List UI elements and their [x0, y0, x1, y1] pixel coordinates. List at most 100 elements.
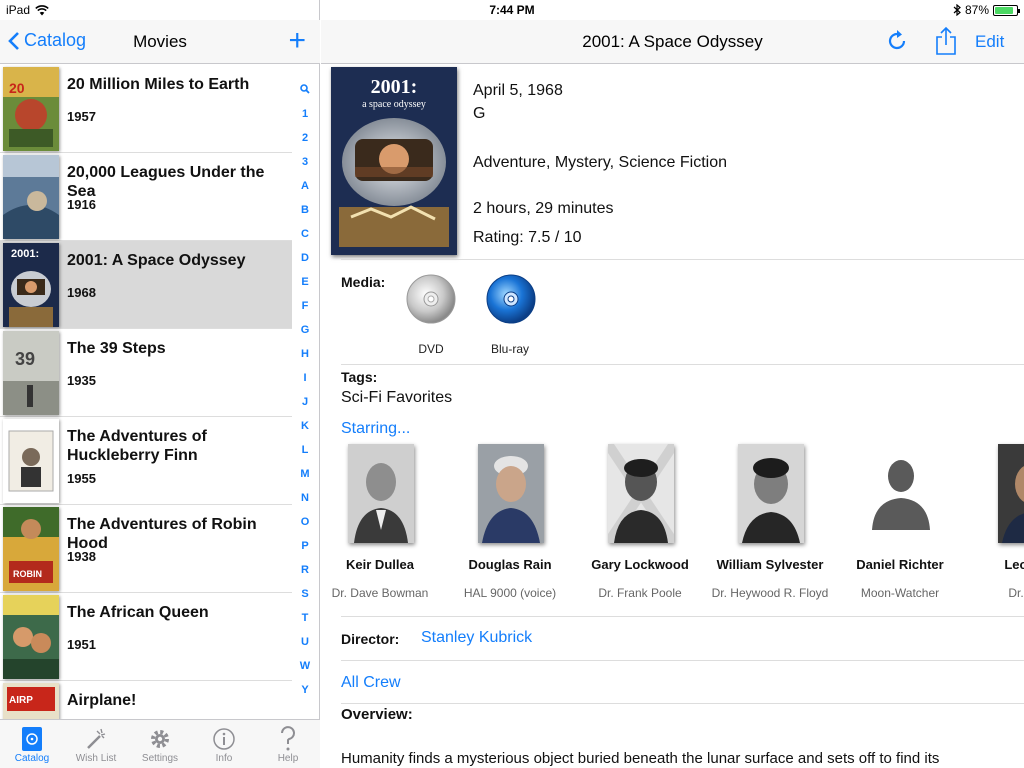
tab-info[interactable]: Info [192, 720, 256, 768]
divider [341, 703, 1024, 704]
cast-member[interactable]: Keir Dullea Dr. Dave Bowman [315, 444, 445, 612]
index-letter[interactable]: 3 [292, 156, 318, 180]
battery-fill [995, 6, 1014, 14]
index-letter[interactable]: 1 [292, 108, 318, 132]
character-name: Dr. Andr [1008, 586, 1024, 600]
character-name: Dr. Heywood R. Floyd [711, 586, 829, 600]
movie-year: 1955 [67, 471, 96, 486]
movie-thumbnail: ROBIN [3, 507, 59, 591]
tab-settings[interactable]: Settings [128, 720, 192, 768]
index-letter[interactable]: Y [292, 684, 318, 708]
refresh-icon[interactable] [885, 29, 909, 53]
tab-wish-list[interactable]: Wish List [64, 720, 128, 768]
cast-member[interactable]: Leonard Dr. Andr [965, 444, 1024, 612]
cast-member[interactable]: Daniel Richter Moon-Watcher [835, 444, 965, 612]
actor-name: Daniel Richter [856, 557, 944, 572]
movie-title: 20 Million Miles to Earth [67, 76, 250, 93]
question-icon [281, 726, 295, 751]
poster-title-line1: 2001: [371, 76, 418, 98]
index-letter[interactable]: I [292, 372, 318, 396]
status-bar: iPad 7:44 PM 87% [0, 0, 1024, 20]
share-icon[interactable] [935, 26, 957, 56]
movie-year: 1957 [67, 109, 96, 124]
detail-navigation-bar: 2001: A Space Odyssey Edit [321, 20, 1024, 64]
index-letter[interactable]: F [292, 300, 318, 324]
movie-row[interactable]: ROBIN The Adventures of Robin Hood 1938 [0, 505, 292, 593]
overview-text: Humanity finds a mysterious object burie… [341, 750, 940, 767]
genres: Adventure, Mystery, Science Fiction [473, 154, 728, 171]
movie-row[interactable]: The Adventures of Huckleberry Finn 1955 [0, 417, 292, 505]
detail-title: 2001: A Space Odyssey [582, 32, 763, 51]
tab-label: Settings [141, 753, 179, 764]
tab-help[interactable]: Help [256, 720, 320, 768]
all-crew-link[interactable]: All Crew [341, 674, 401, 692]
index-letter[interactable]: D [292, 252, 318, 276]
dvd-disc-icon[interactable] [405, 273, 457, 325]
svg-text:39: 39 [15, 349, 35, 369]
index-letter[interactable]: U [292, 636, 318, 660]
character-name: Moon-Watcher [860, 586, 940, 600]
movie-list-pane: Catalog Movies + 20 20 Million Miles to … [0, 0, 320, 768]
movie-thumbnail [3, 419, 59, 503]
movie-title: 2001: A Space Odyssey [67, 252, 246, 269]
movie-row[interactable]: 20,000 Leagues Under the Sea 1916 [0, 153, 292, 241]
movie-row[interactable]: 20 20 Million Miles to Earth 1957 [0, 65, 292, 153]
index-letter[interactable]: E [292, 276, 318, 300]
info-icon [213, 728, 235, 750]
divider [341, 259, 1024, 260]
index-letter[interactable]: W [292, 660, 318, 684]
add-movie-button[interactable]: + [288, 26, 306, 56]
director-link[interactable]: Stanley Kubrick [421, 629, 532, 647]
movie-year: 1951 [67, 637, 96, 652]
movie-row[interactable]: The African Queen 1951 [0, 593, 292, 681]
index-search-icon[interactable] [292, 84, 318, 108]
actor-photo [348, 444, 414, 543]
person-placeholder-icon [868, 444, 934, 543]
actor-name: Douglas Rain [468, 557, 552, 572]
index-letter[interactable]: K [292, 420, 318, 444]
movie-thumbnail [3, 595, 59, 679]
movie-row-selected[interactable]: 2001: 2001: A Space Odyssey 1968 [0, 241, 292, 329]
tab-label: Catalog [14, 753, 50, 764]
movie-poster[interactable]: 2001: a space odyssey [331, 67, 457, 255]
bluray-label: Blu-ray [490, 342, 529, 356]
movie-row[interactable]: AIRP Airplane! [0, 681, 292, 719]
user-rating: Rating: 7.5 / 10 [473, 229, 582, 246]
index-letter[interactable]: C [292, 228, 318, 252]
actor-photo [998, 444, 1024, 543]
tab-label: Help [277, 753, 299, 764]
divider [341, 616, 1024, 617]
status-right: 87% [953, 3, 1020, 17]
cast-member[interactable]: Gary Lockwood Dr. Frank Poole [575, 444, 705, 612]
overview-label: Overview: [341, 706, 413, 723]
index-letter[interactable]: B [292, 204, 318, 228]
svg-text:AIRP: AIRP [9, 695, 33, 706]
movie-row[interactable]: 39 The 39 Steps 1935 [0, 329, 292, 417]
actor-name: Gary Lockwood [591, 557, 689, 572]
svg-text:20: 20 [9, 80, 25, 96]
cast-member[interactable]: Douglas Rain HAL 9000 (voice) [445, 444, 575, 612]
index-letter[interactable]: G [292, 324, 318, 348]
gear-icon [151, 730, 169, 748]
tab-label: Info [215, 753, 233, 764]
bluray-disc-icon[interactable] [485, 273, 537, 325]
alphabet-index[interactable]: 1 2 3 A B C D E F G H I J K L M N O P R … [292, 84, 318, 708]
edit-button[interactable]: Edit [975, 32, 1004, 52]
left-navigation-bar: Catalog Movies + [0, 20, 320, 64]
starring-link[interactable]: Starring... [341, 420, 410, 438]
movie-title: The Adventures of Robin Hood [67, 516, 257, 552]
cast-member[interactable]: William Sylvester Dr. Heywood R. Floyd [705, 444, 835, 612]
media-label: Media: [341, 274, 386, 290]
tab-catalog[interactable]: Catalog [0, 720, 64, 768]
index-letter[interactable]: T [292, 612, 318, 636]
movie-year: 1968 [67, 285, 96, 300]
index-letter[interactable]: H [292, 348, 318, 372]
index-letter[interactable]: A [292, 180, 318, 204]
tab-bar: Catalog Wish List Settings Info Help [0, 719, 320, 768]
character-name: Dr. Frank Poole [598, 586, 682, 600]
tab-label: Wish List [75, 753, 117, 764]
svg-text:ROBIN: ROBIN [13, 569, 42, 579]
index-letter[interactable]: J [292, 396, 318, 420]
index-letter[interactable]: 2 [292, 132, 318, 156]
movie-year: 1938 [67, 549, 96, 564]
